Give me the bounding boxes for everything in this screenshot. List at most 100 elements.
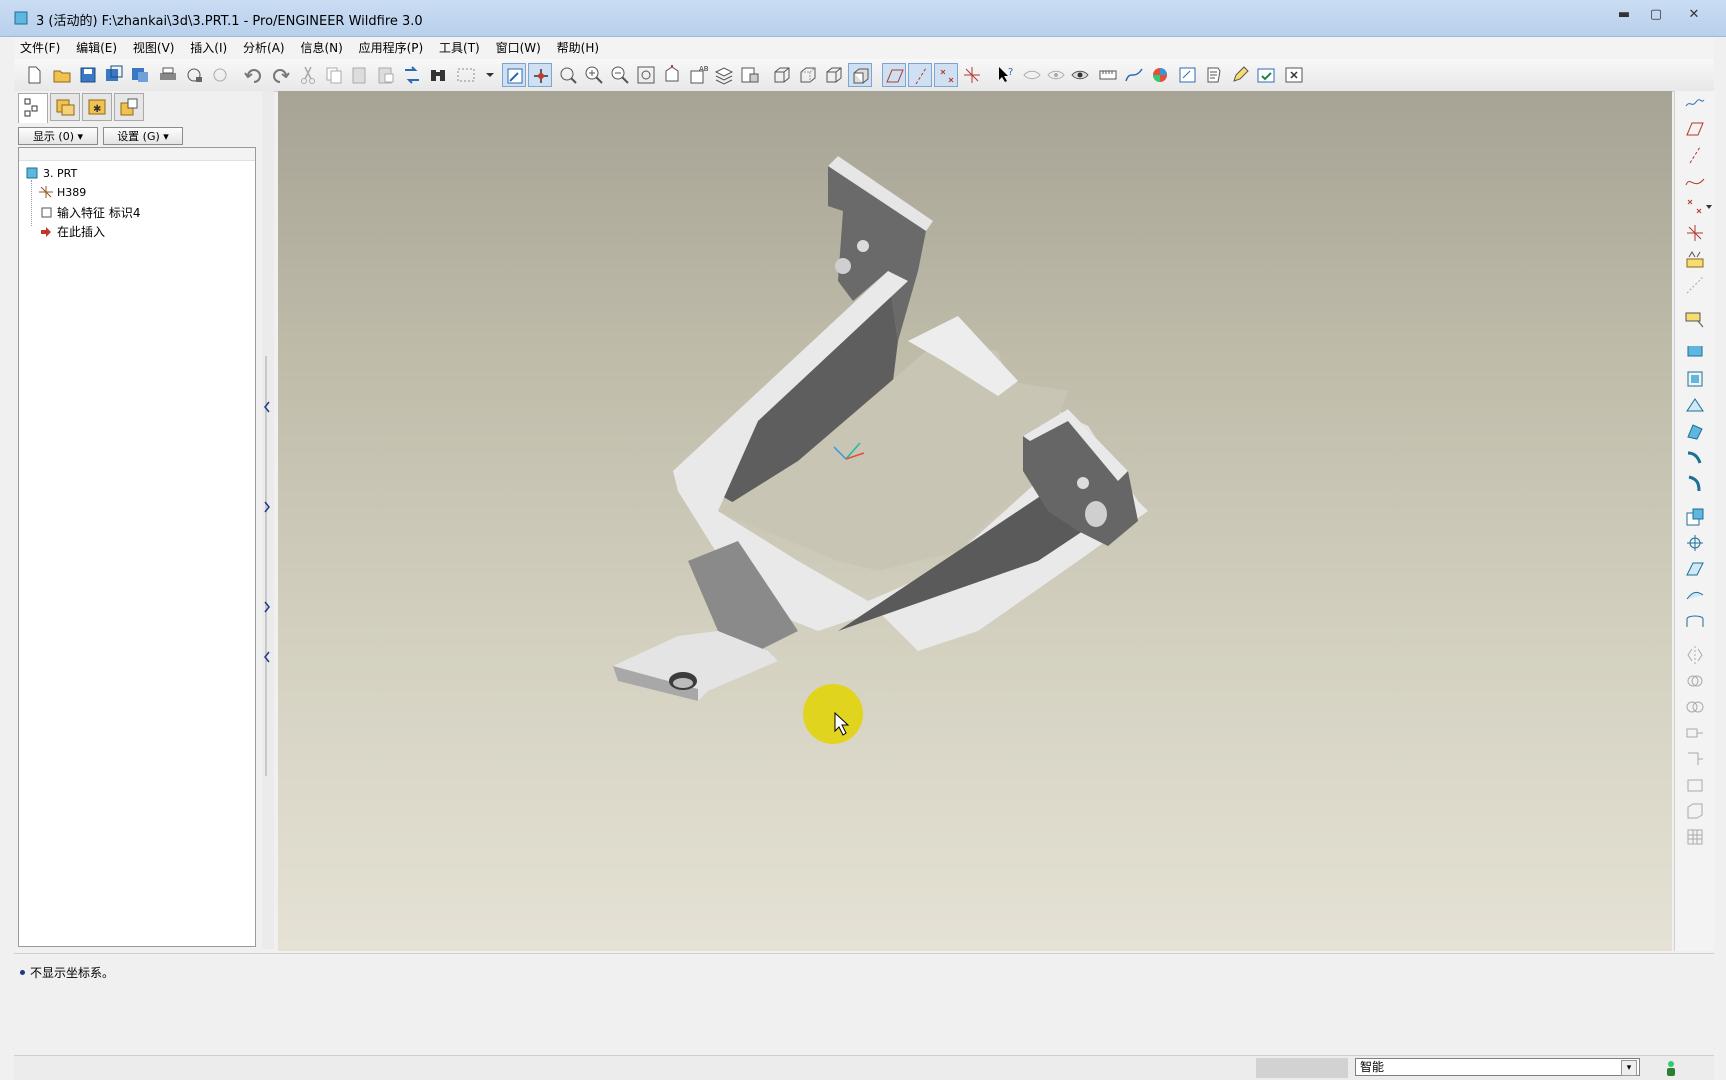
flange-wall-button[interactable] bbox=[1683, 367, 1707, 391]
bend-button[interactable] bbox=[1683, 419, 1707, 443]
maximize-button[interactable]: ▢ bbox=[1642, 6, 1670, 24]
mirror-button[interactable] bbox=[1683, 643, 1707, 667]
tree-item-insert-here[interactable]: 在此插入 bbox=[39, 223, 105, 240]
cut-tool-button[interactable] bbox=[1683, 505, 1707, 529]
dropdown-arrow-icon[interactable] bbox=[1705, 203, 1713, 211]
unhide-button[interactable] bbox=[1044, 63, 1068, 87]
expand-right-icon[interactable] bbox=[263, 601, 271, 613]
trim-button[interactable] bbox=[1683, 747, 1707, 771]
collapse-left-icon[interactable] bbox=[263, 651, 271, 663]
tab-favorites[interactable]: ✱ bbox=[82, 93, 112, 121]
selection-filter-dropdown[interactable]: 智能 ▾ bbox=[1355, 1058, 1640, 1076]
zoom-in-button[interactable] bbox=[582, 63, 606, 87]
menu-tools[interactable]: 工具(T) bbox=[433, 37, 486, 59]
select-box-button[interactable] bbox=[454, 63, 478, 87]
datum-planes-button[interactable] bbox=[882, 63, 906, 87]
measure-button[interactable] bbox=[1096, 63, 1120, 87]
datum-axes-button[interactable] bbox=[908, 63, 932, 87]
layers-button[interactable] bbox=[712, 63, 736, 87]
dimension-tool-button[interactable] bbox=[1683, 273, 1707, 297]
merge-button[interactable] bbox=[1683, 669, 1707, 693]
menu-info[interactable]: 信息(N) bbox=[294, 37, 348, 59]
menu-analysis[interactable]: 分析(A) bbox=[237, 37, 291, 59]
datum-point-tool-button[interactable] bbox=[1683, 195, 1707, 219]
flat-wall-button[interactable] bbox=[1683, 341, 1707, 365]
pattern-button[interactable] bbox=[1683, 825, 1707, 849]
edit-button[interactable] bbox=[1228, 63, 1252, 87]
no-hidden-button[interactable] bbox=[822, 63, 846, 87]
cut-button[interactable] bbox=[296, 63, 320, 87]
show-all-button[interactable] bbox=[1068, 63, 1092, 87]
bend-back-button[interactable] bbox=[1683, 471, 1707, 495]
email-button[interactable] bbox=[182, 63, 206, 87]
tree-item-csys[interactable]: H389 bbox=[39, 185, 86, 199]
hidden-line-button[interactable] bbox=[796, 63, 820, 87]
menu-window[interactable]: 窗口(W) bbox=[490, 37, 547, 59]
shading-button[interactable] bbox=[848, 63, 872, 87]
hide-button[interactable] bbox=[1020, 63, 1044, 87]
coordinate-systems-button[interactable] bbox=[960, 63, 984, 87]
tab-connections[interactable] bbox=[114, 93, 144, 121]
select-dropdown-button[interactable] bbox=[478, 63, 494, 87]
collapse-left-icon[interactable] bbox=[263, 401, 271, 413]
extend-wall-button[interactable] bbox=[1683, 393, 1707, 417]
open-file-button[interactable] bbox=[50, 63, 74, 87]
backup-button[interactable] bbox=[128, 63, 152, 87]
redo-button[interactable] bbox=[268, 63, 292, 87]
minimize-button[interactable]: ▬ bbox=[1610, 6, 1638, 24]
tree-item-import-feature[interactable]: 输入特征 标识4 bbox=[39, 204, 140, 221]
csys-tool-button[interactable] bbox=[1683, 221, 1707, 245]
annotation-tool-button[interactable] bbox=[1683, 307, 1707, 331]
sheet-metal-part-model[interactable] bbox=[278, 91, 1672, 951]
settings-menu-button[interactable]: 设置 (G) ▾ bbox=[103, 127, 183, 145]
relations-button[interactable] bbox=[1176, 63, 1200, 87]
spin-center-button[interactable] bbox=[528, 63, 552, 87]
find-button[interactable] bbox=[426, 63, 450, 87]
datum-axis-tool-button[interactable] bbox=[1683, 143, 1707, 167]
shading-analysis-button[interactable] bbox=[1148, 63, 1172, 87]
paste-button[interactable] bbox=[348, 63, 372, 87]
tab-model-tree[interactable] bbox=[18, 93, 48, 123]
undo-button[interactable] bbox=[242, 63, 266, 87]
menu-applications[interactable]: 应用程序(P) bbox=[353, 37, 430, 59]
view-manager-button[interactable] bbox=[738, 63, 762, 87]
reorient-button[interactable] bbox=[660, 63, 684, 87]
menu-file[interactable]: 文件(F) bbox=[14, 37, 66, 59]
refit-button[interactable] bbox=[634, 63, 658, 87]
save-button[interactable] bbox=[76, 63, 100, 87]
panel-splitter[interactable] bbox=[262, 91, 274, 949]
new-file-button[interactable] bbox=[22, 63, 46, 87]
saved-views-button[interactable]: AB bbox=[686, 63, 710, 87]
expand-right-icon[interactable] bbox=[263, 501, 271, 513]
show-menu-button[interactable]: 显示 (0) ▾ bbox=[18, 127, 98, 145]
check-button[interactable] bbox=[1254, 63, 1278, 87]
tree-item-root[interactable]: 3. PRT bbox=[25, 166, 77, 180]
copy-button[interactable] bbox=[322, 63, 346, 87]
sketch-tool-button[interactable] bbox=[1683, 91, 1707, 115]
menu-insert[interactable]: 插入(I) bbox=[184, 37, 233, 59]
filter-dropdown-arrow-icon[interactable]: ▾ bbox=[1621, 1060, 1637, 1076]
tab-folder-browser[interactable] bbox=[50, 93, 80, 121]
flatten-form-button[interactable] bbox=[1683, 583, 1707, 607]
menu-edit[interactable]: 编辑(E) bbox=[70, 37, 123, 59]
close-window-button[interactable] bbox=[1282, 63, 1306, 87]
thicken-button[interactable] bbox=[1683, 799, 1707, 823]
parameters-button[interactable] bbox=[1202, 63, 1226, 87]
analysis-feature-button[interactable] bbox=[1683, 247, 1707, 271]
print-button[interactable] bbox=[156, 63, 180, 87]
paste-special-button[interactable] bbox=[374, 63, 398, 87]
extend-button[interactable] bbox=[1683, 721, 1707, 745]
datum-points-button[interactable] bbox=[934, 63, 958, 87]
datum-plane-tool-button[interactable] bbox=[1683, 117, 1707, 141]
orient-mode-button[interactable] bbox=[556, 63, 580, 87]
whats-this-button[interactable]: ? bbox=[994, 63, 1018, 87]
menu-help[interactable]: 帮助(H) bbox=[551, 37, 605, 59]
datum-curve-tool-button[interactable] bbox=[1683, 169, 1707, 193]
intersect-button[interactable] bbox=[1683, 695, 1707, 719]
graphics-viewport[interactable] bbox=[278, 91, 1672, 951]
form-button[interactable] bbox=[1683, 557, 1707, 581]
menu-view[interactable]: 视图(V) bbox=[127, 37, 181, 59]
save-copy-button[interactable] bbox=[102, 63, 126, 87]
zoom-out-button[interactable] bbox=[608, 63, 632, 87]
send-link-button[interactable] bbox=[208, 63, 232, 87]
